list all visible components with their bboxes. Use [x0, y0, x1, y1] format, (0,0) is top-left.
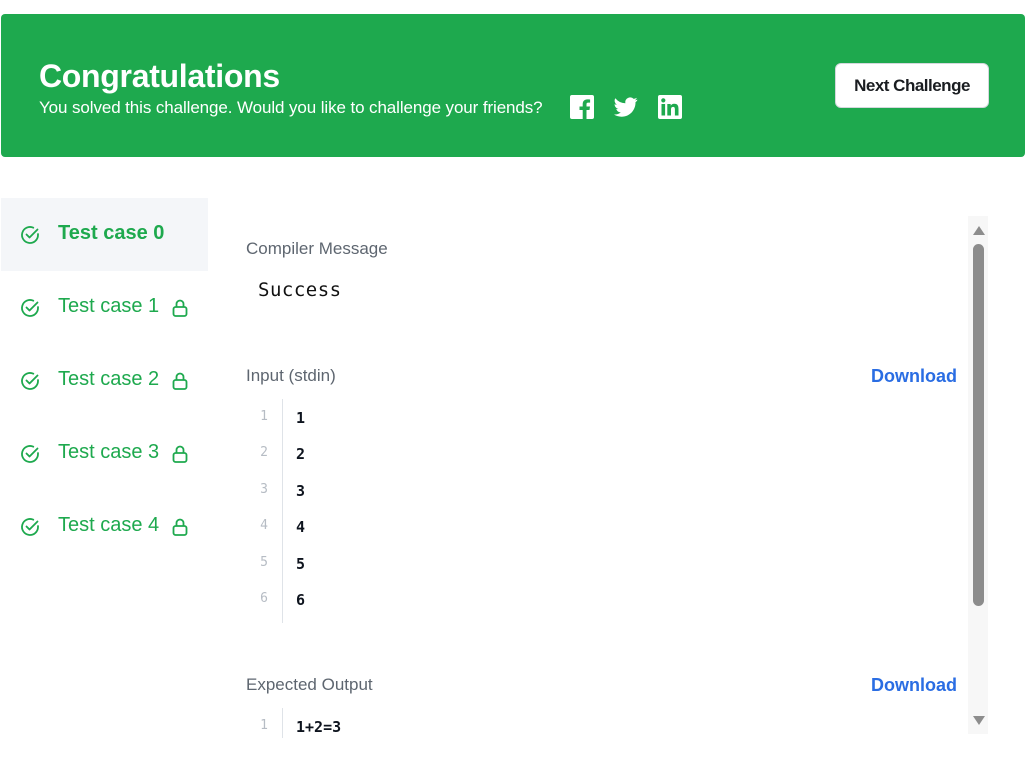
test-case-label: Test case 3 [58, 441, 160, 463]
success-banner: Congratulations You solved this challeng… [1, 14, 1025, 157]
line-number: 5 [260, 555, 268, 570]
input-download-link[interactable]: Download [871, 366, 957, 387]
next-challenge-button[interactable]: Next Challenge [835, 63, 989, 108]
line-number: 1 [260, 409, 268, 424]
test-case-4[interactable]: Test case 4 [1, 490, 208, 563]
line-content: 1 [296, 409, 306, 427]
line-content: 3 [296, 482, 306, 500]
code-line: 1 1+2=3 [246, 718, 946, 754]
code-line: 2 2 [246, 445, 946, 481]
check-circle-icon [19, 370, 41, 392]
check-circle-icon [19, 443, 41, 465]
lock-icon [170, 517, 190, 537]
compiler-message-label: Compiler Message [246, 239, 388, 258]
line-content: 6 [296, 591, 306, 609]
line-number: 6 [260, 591, 268, 606]
lock-icon [170, 371, 190, 391]
code-line: 3 3 [246, 482, 946, 518]
line-number: 4 [260, 518, 268, 533]
code-line: 1 1 [246, 409, 946, 445]
banner-subtitle: You solved this challenge. Would you lik… [39, 98, 543, 117]
test-case-label: Test case 2 [58, 368, 160, 390]
scroll-down-arrow-icon[interactable] [973, 716, 985, 725]
line-content: 5 [296, 555, 306, 573]
line-content: 4 [296, 518, 306, 536]
expected-output-label: Expected Output [246, 675, 373, 694]
lock-icon [170, 444, 190, 464]
line-content: 2 [296, 445, 306, 463]
input-label: Input (stdin) [246, 366, 336, 385]
test-case-1[interactable]: Test case 1 [1, 271, 208, 344]
line-number: 3 [260, 482, 268, 497]
scroll-up-arrow-icon[interactable] [973, 226, 985, 235]
code-line: 4 4 [246, 518, 946, 554]
code-line: 5 5 [246, 555, 946, 591]
line-content: 1+2=3 [296, 718, 342, 736]
check-circle-icon [19, 516, 41, 538]
twitter-icon[interactable] [614, 95, 638, 119]
test-case-label: Test case 0 [58, 222, 165, 244]
test-case-2[interactable]: Test case 2 [1, 344, 208, 417]
test-case-3[interactable]: Test case 3 [1, 417, 208, 490]
check-circle-icon [19, 297, 41, 319]
test-case-label: Test case 1 [58, 295, 160, 317]
test-case-0[interactable]: Test case 0 [1, 198, 208, 271]
scrollbar-thumb[interactable] [973, 244, 984, 606]
test-case-label: Test case 4 [58, 514, 160, 536]
linkedin-icon[interactable] [658, 95, 682, 119]
check-circle-icon [19, 224, 41, 246]
banner-title: Congratulations [39, 58, 280, 94]
compiler-message: Success [258, 279, 342, 301]
line-number: 1 [260, 718, 268, 733]
facebook-icon[interactable] [570, 95, 594, 119]
expected-output-download-link[interactable]: Download [871, 675, 957, 696]
code-line: 6 6 [246, 591, 946, 627]
line-number: 2 [260, 445, 268, 460]
lock-icon [170, 298, 190, 318]
